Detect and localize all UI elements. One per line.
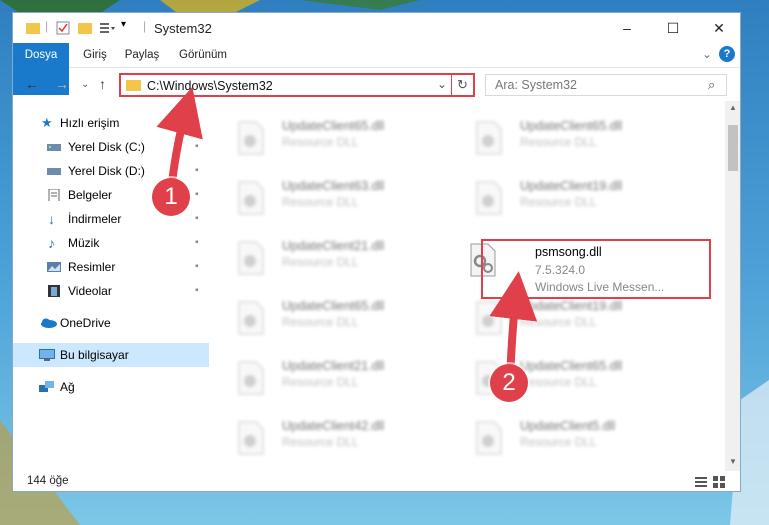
annotation-arrows bbox=[156, 86, 538, 381]
step-badge-2: 2 bbox=[490, 364, 528, 402]
step-badge-1: 1 bbox=[152, 178, 190, 216]
